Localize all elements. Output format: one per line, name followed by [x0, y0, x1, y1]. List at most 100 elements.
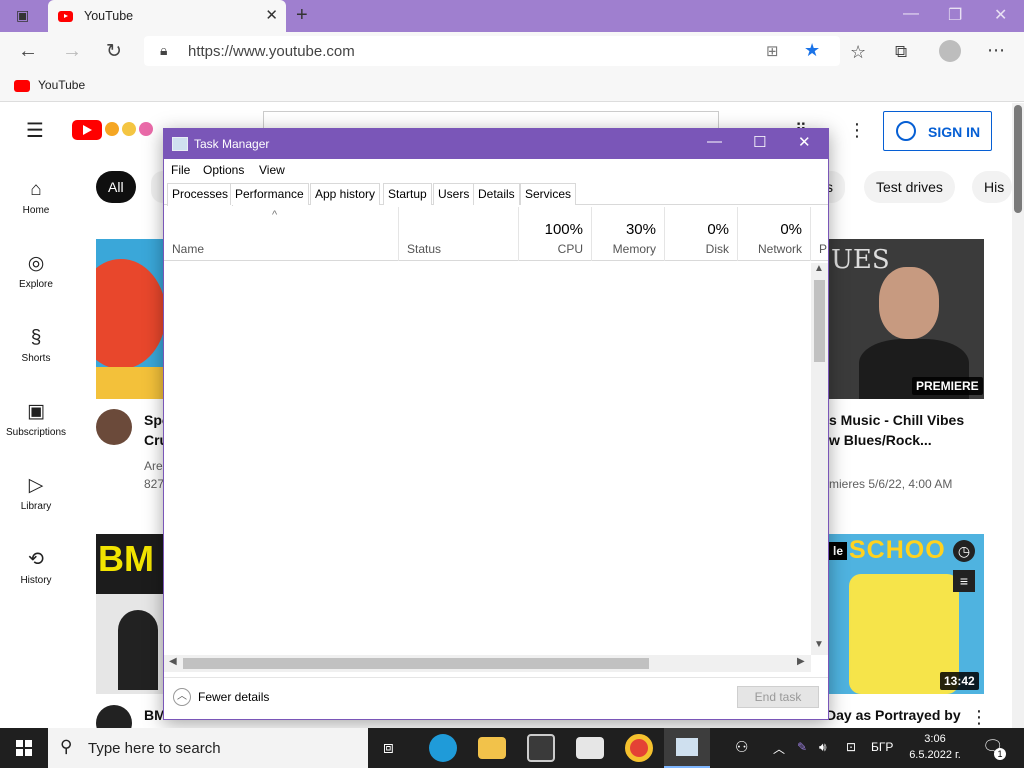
task-manager-titlebar[interactable]: Task Manager — ☐ ✕	[164, 129, 828, 159]
favorite-youtube[interactable]: YouTube	[38, 78, 85, 92]
menu-view[interactable]: View	[259, 163, 285, 177]
chip-all[interactable]: All	[96, 171, 136, 203]
video-thumbnail[interactable]: UES	[829, 239, 984, 399]
column-cpu[interactable]: 100% CPU	[519, 207, 592, 261]
people-icon[interactable]: ⚇	[735, 738, 748, 756]
sign-in-button[interactable]: SIGN IN	[883, 111, 992, 151]
favorites-icon[interactable]: ☆	[850, 42, 866, 63]
video-channel[interactable]: Are	[144, 459, 163, 473]
more-menu-icon[interactable]: ⋯	[987, 40, 1005, 61]
tab-startup[interactable]: Startup	[383, 183, 432, 205]
maximize-icon[interactable]: ☐	[753, 133, 766, 151]
tab-users[interactable]: Users	[433, 183, 475, 205]
sidebar-item-home[interactable]: ⌂ Home	[0, 179, 72, 216]
tab-performance[interactable]: Performance	[230, 183, 309, 205]
video-title[interactable]: w Blues/Rock...	[829, 430, 932, 450]
edge-icon[interactable]	[429, 734, 457, 762]
start-button[interactable]	[0, 728, 48, 768]
scroll-up-icon[interactable]: ▲	[814, 263, 824, 274]
new-tab-icon[interactable]: +	[296, 4, 308, 27]
watch-later-icon[interactable]: ◷	[953, 540, 975, 562]
video-title[interactable]: Day as Portrayed by	[826, 705, 961, 725]
scroll-down-icon[interactable]: ▼	[814, 639, 824, 650]
task-view-icon[interactable]: ⧈	[383, 738, 394, 758]
video-more-icon[interactable]: ⋮	[970, 707, 988, 728]
taskbar-clock[interactable]: 3:06 6.5.2022 г.	[905, 731, 965, 763]
sidebar-item-history[interactable]: ⟲ History	[0, 549, 72, 586]
video-thumbnail[interactable]: BM	[96, 534, 164, 694]
chip[interactable]: His	[972, 171, 1012, 203]
menu-options[interactable]: Options	[203, 163, 244, 177]
network-icon[interactable]: ⊡	[846, 740, 856, 754]
sidebar-item-shorts[interactable]: § Shorts	[0, 327, 72, 364]
show-hidden-icons-icon[interactable]: ︿	[773, 740, 785, 757]
favorite-star-icon[interactable]: ★	[804, 40, 820, 61]
lock-icon[interactable]: 🔒︎	[160, 42, 167, 59]
tab-processes[interactable]: Processes	[167, 183, 234, 206]
scroll-left-icon[interactable]: ◀	[169, 656, 177, 667]
url-text[interactable]: https://www.youtube.com	[188, 43, 355, 60]
horizontal-scroll-thumb[interactable]	[183, 658, 649, 669]
video-title[interactable]: s Music - Chill Vibes	[829, 410, 964, 430]
column-disk[interactable]: 0% Disk	[665, 207, 738, 261]
add-to-queue-icon[interactable]: ≡	[953, 570, 975, 592]
video-thumbnail[interactable]: SCHOO le ◷ ≡	[829, 534, 984, 694]
vertical-scroll-thumb[interactable]	[814, 280, 825, 362]
profile-avatar[interactable]	[939, 40, 961, 62]
column-memory[interactable]: 30% Memory	[592, 207, 665, 261]
process-list[interactable]	[164, 263, 811, 655]
hamburger-menu-icon[interactable]: ☰	[26, 118, 44, 143]
column-name[interactable]: ^ Name	[164, 207, 399, 261]
page-scroll-thumb[interactable]	[1014, 105, 1022, 213]
refresh-icon[interactable]: ↻	[106, 40, 122, 63]
forward-icon[interactable]: →	[62, 40, 82, 63]
input-language[interactable]: БГР	[871, 740, 893, 754]
browser-tab[interactable]: YouTube ✕	[48, 0, 286, 32]
avatar[interactable]	[96, 409, 132, 445]
menu-file[interactable]: File	[171, 163, 190, 177]
back-icon[interactable]: ←	[18, 40, 38, 63]
tab-details[interactable]: Details	[473, 183, 520, 205]
video-thumbnail[interactable]	[96, 239, 164, 399]
store-icon[interactable]	[527, 734, 555, 762]
close-window-icon[interactable]: ✕	[994, 5, 1007, 25]
settings-more-icon[interactable]: ⋮	[848, 120, 866, 141]
history-icon: ⟲	[28, 549, 44, 570]
pen-icon[interactable]: ✎	[797, 740, 807, 754]
volume-icon[interactable]: 🔊︎	[819, 740, 827, 755]
file-explorer-icon[interactable]	[478, 737, 506, 759]
collections-icon[interactable]: ⧉	[895, 42, 907, 62]
column-status[interactable]: Status	[399, 207, 519, 261]
taskbar-search-input[interactable]: ⚲ Type here to search	[48, 728, 368, 768]
youtube-logo[interactable]	[72, 120, 102, 140]
tab-actions-icon[interactable]: ▣	[16, 7, 29, 24]
mail-icon[interactable]	[576, 737, 604, 759]
close-icon[interactable]: ✕	[798, 133, 811, 151]
minimize-icon[interactable]: —	[903, 5, 919, 23]
app-available-icon[interactable]: ⊞	[766, 42, 779, 60]
tab-app-history[interactable]: App history	[310, 183, 381, 205]
restore-icon[interactable]: ❐	[948, 5, 962, 25]
doodle-icon	[105, 122, 119, 136]
fewer-details-link[interactable]: Fewer details	[198, 690, 269, 704]
column-power[interactable]: P	[811, 207, 828, 261]
page-scrollbar[interactable]	[1012, 103, 1024, 728]
avatar[interactable]	[96, 705, 132, 728]
taskbar-task-manager[interactable]	[664, 728, 710, 768]
minimize-icon[interactable]: —	[707, 133, 722, 150]
address-bar[interactable]: 🔒︎ https://www.youtube.com ⊞ ★	[144, 36, 840, 66]
column-network[interactable]: 0% Network	[738, 207, 811, 261]
end-task-button[interactable]: End task	[737, 686, 819, 708]
vertical-scrollbar[interactable]: ▲ ▼	[811, 263, 828, 655]
chip-test-drives[interactable]: Test drives	[864, 171, 955, 203]
sidebar-item-subscriptions[interactable]: ▣ Subscriptions	[0, 401, 72, 438]
close-tab-icon[interactable]: ✕	[265, 6, 278, 24]
tab-services[interactable]: Services	[520, 183, 577, 205]
sidebar-item-explore[interactable]: ◎ Explore	[0, 253, 72, 290]
sidebar-item-library[interactable]: ▷ Library	[0, 475, 72, 512]
chrome-icon[interactable]	[625, 734, 653, 762]
scroll-right-icon[interactable]: ▶	[797, 656, 805, 667]
search-icon: ⚲	[60, 737, 73, 756]
chevron-up-icon[interactable]: ︿	[173, 688, 191, 706]
horizontal-scrollbar[interactable]: ◀ ▶	[164, 655, 811, 672]
